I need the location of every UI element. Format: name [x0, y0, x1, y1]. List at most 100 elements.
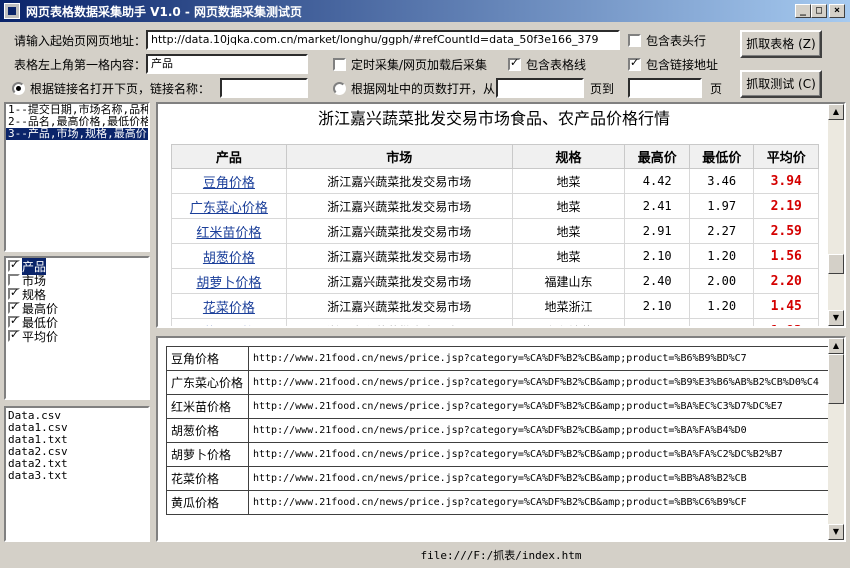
- link-name-cell: 广东菜心价格: [166, 370, 249, 395]
- table-cell: 2.19: [753, 193, 819, 219]
- product-link[interactable]: 红米苗价格: [171, 218, 287, 244]
- table-row: 黄瓜价格浙江嘉兴蔬菜批发交易市场山东地菜2.661.401.93: [171, 318, 819, 326]
- table-row: 胡萝卜价格 浙江嘉兴蔬菜批发交易市场 福建山东 2.40 2.00 2.20: [171, 268, 819, 294]
- table-cell: 2.41: [624, 193, 690, 219]
- scroll-down-icon[interactable]: ▼: [828, 310, 844, 326]
- first-cell-label: 表格左上角第一格内容：: [14, 58, 147, 72]
- table-row: 红米苗价格 http://www.21food.cn/news/price.jsp…: [166, 394, 829, 419]
- link-name-cell: 胡萝卜价格: [166, 442, 249, 467]
- page-to-input[interactable]: [628, 78, 702, 98]
- table-list[interactable]: 1--提交日期,市场名称,品种 2--品名,最高价格,最低价格 3--产品,市场,规…: [4, 102, 150, 252]
- grab-table-button[interactable]: 抓取表格 (Z): [740, 30, 822, 58]
- timed-checkbox[interactable]: [333, 58, 346, 71]
- grab-test-button[interactable]: 抓取测试 (C): [740, 70, 822, 98]
- list-item[interactable]: 3--产品,市场,规格,最高价: [6, 128, 148, 140]
- column-label: 平均价: [22, 329, 59, 344]
- web-view[interactable]: 浙江嘉兴蔬菜批发交易市场食品、农产品价格行情 产品 市场 规格 最高价 最低价 平均价 豆…: [156, 102, 846, 328]
- scroll-down-icon[interactable]: ▼: [828, 524, 844, 540]
- table-row: 广东菜心价格 http://www.21food.cn/news/price.js…: [166, 370, 829, 395]
- include-header-label: 包含表头行: [646, 34, 707, 48]
- product-link[interactable]: 豆角价格: [171, 168, 287, 194]
- scroll-up-icon[interactable]: ▲: [828, 338, 844, 354]
- table-row: 花菜价格 http://www.21food.cn/news/price.jsp?…: [166, 466, 829, 491]
- price-table: 产品 市场 规格 最高价 最低价 平均价 豆角价格 浙江嘉兴蔬菜批发交易市场 地菜 4.42 3.…: [171, 144, 819, 326]
- close-icon[interactable]: ×: [829, 4, 845, 18]
- url-input[interactable]: http://data.10jqka.com.cn/market/longhu/…: [146, 30, 620, 50]
- file-item[interactable]: data3.txt: [6, 470, 148, 482]
- first-cell-input[interactable]: 产品: [146, 54, 308, 74]
- app-icon[interactable]: [4, 3, 20, 19]
- include-header-checkbox[interactable]: [628, 34, 641, 47]
- by-page-option[interactable]: 根据网址中的页数打开，从: [333, 80, 495, 97]
- column-checkbox[interactable]: [8, 274, 20, 286]
- timed-option[interactable]: 定时采集/网页加载后采集: [333, 56, 487, 73]
- column-header: 最低价: [688, 144, 755, 169]
- include-header-option[interactable]: 包含表头行: [628, 32, 706, 49]
- table-cell: 地菜浙江: [511, 293, 626, 319]
- link-name-cell: 红米苗价格: [166, 394, 249, 419]
- link-url-cell: http://www.21food.cn/news/price.jsp?cate…: [248, 418, 829, 443]
- maximize-icon[interactable]: □: [811, 4, 827, 18]
- link-name-input[interactable]: [220, 78, 308, 98]
- table-cell: 浙江嘉兴蔬菜批发交易市场: [285, 293, 513, 319]
- product-link[interactable]: 胡萝卜价格: [171, 268, 287, 294]
- scroll-thumb[interactable]: [828, 354, 844, 404]
- scroll-up-icon[interactable]: ▲: [828, 104, 844, 120]
- table-cell: 2.10: [624, 293, 690, 319]
- scroll-thumb[interactable]: [828, 254, 844, 274]
- table-cell: 1.20: [688, 243, 755, 269]
- table-row: 红米苗价格 浙江嘉兴蔬菜批发交易市场 地菜 2.91 2.27 2.59: [171, 218, 819, 244]
- link-url-cell: http://www.21food.cn/news/price.jsp?cate…: [248, 466, 829, 491]
- title-bar[interactable]: 网页表格数据采集助手 V1.0 - 网页数据采集测试页 _ □ ×: [0, 0, 850, 22]
- table-cell: 2.20: [753, 268, 819, 294]
- column-checkbox[interactable]: [8, 314, 20, 328]
- product-link[interactable]: 胡葱价格: [171, 243, 287, 269]
- column-item[interactable]: 平均价: [6, 328, 148, 344]
- minimize-icon[interactable]: _: [795, 4, 811, 18]
- column-checkbox[interactable]: [8, 258, 20, 272]
- by-page-radio[interactable]: [333, 82, 346, 95]
- column-checkbox[interactable]: [8, 300, 20, 314]
- product-link[interactable]: 花菜价格: [171, 293, 287, 319]
- table-cell: 1.56: [753, 243, 819, 269]
- column-checklist[interactable]: 产品市场规格最高价最低价平均价: [4, 256, 150, 400]
- page-suffix-label: 页: [710, 82, 723, 96]
- include-links-option[interactable]: 包含链接地址: [628, 56, 718, 73]
- gridlines-option[interactable]: 包含表格线: [508, 56, 586, 73]
- web-scrollbar[interactable]: ▲ ▼: [828, 104, 844, 326]
- link-url-cell: http://www.21food.cn/news/price.jsp?cate…: [248, 370, 829, 395]
- table-cell: 2.00: [688, 268, 755, 294]
- url-label: 请输入起始页网页地址：: [14, 34, 147, 48]
- product-link[interactable]: 广东菜心价格: [171, 193, 287, 219]
- column-header: 产品: [171, 144, 287, 169]
- by-link-radio[interactable]: [12, 82, 25, 95]
- table-cell: 2.27: [688, 218, 755, 244]
- include-links-checkbox[interactable]: [628, 56, 641, 71]
- link-url-cell: http://www.21food.cn/news/price.jsp?cate…: [248, 394, 829, 419]
- page-from-input[interactable]: [496, 78, 584, 98]
- status-bar: file:///F:/抓表/index.htm: [420, 549, 582, 562]
- product-link[interactable]: 黄瓜价格: [171, 318, 287, 326]
- column-checkbox[interactable]: [8, 286, 20, 300]
- link-scrollbar[interactable]: ▲ ▼: [828, 338, 844, 540]
- by-link-option[interactable]: 根据链接名打开下页，链接名称：: [12, 80, 210, 97]
- table-cell: 地菜: [511, 243, 626, 269]
- table-cell: 1.40: [688, 318, 755, 326]
- column-header: 规格: [511, 144, 626, 169]
- column-checkbox[interactable]: [8, 328, 20, 342]
- link-view[interactable]: 豆角价格 http://www.21food.cn/news/price.jsp?…: [156, 336, 846, 542]
- table-row: 豆角价格 浙江嘉兴蔬菜批发交易市场 地菜 4.42 3.46 3.94: [171, 168, 819, 194]
- file-list[interactable]: Data.csv data1.csv data1.txt data2.csv data2…: [4, 406, 150, 542]
- table-cell: 1.20: [688, 293, 755, 319]
- link-table: 豆角价格 http://www.21food.cn/news/price.jsp?…: [166, 346, 829, 515]
- table-row: 胡葱价格 浙江嘉兴蔬菜批发交易市场 地菜 2.10 1.20 1.56: [171, 243, 819, 269]
- table-cell: 1.93: [753, 318, 819, 326]
- table-cell: 2.40: [624, 268, 690, 294]
- table-cell: 地菜: [511, 218, 626, 244]
- table-cell: 浙江嘉兴蔬菜批发交易市场: [285, 243, 513, 269]
- column-header: 市场: [285, 144, 513, 169]
- table-cell: 2.66: [624, 318, 690, 326]
- gridlines-checkbox[interactable]: [508, 56, 521, 71]
- gridlines-label: 包含表格线: [526, 58, 587, 72]
- table-cell: 浙江嘉兴蔬菜批发交易市场: [285, 168, 513, 194]
